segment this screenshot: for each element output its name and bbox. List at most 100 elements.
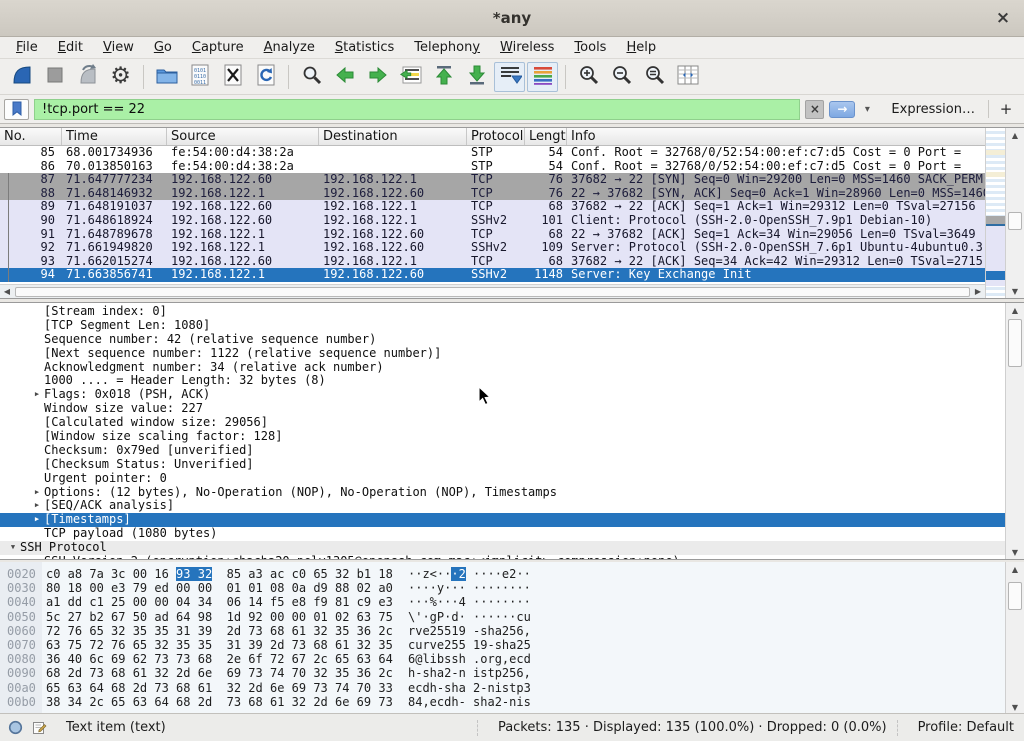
hex-row[interactable]: 003080 18 00 e3 79 ed 00 00 01 01 08 0a … bbox=[0, 581, 1005, 595]
packet-row[interactable]: 8568.001734936fe:54:00:d4:38:2aSTP54Conf… bbox=[0, 146, 985, 160]
detail-line[interactable]: [Calculated window size: 29056] bbox=[0, 416, 1005, 430]
reload-file-button[interactable] bbox=[250, 62, 281, 92]
hex-bytes[interactable]: 63 75 72 76 65 32 35 35 31 39 2d 73 68 6… bbox=[46, 638, 408, 652]
expander-collapsed-icon[interactable]: ▶ bbox=[30, 388, 44, 402]
menu-statistics[interactable]: Statistics bbox=[325, 38, 404, 58]
hex-ascii[interactable]: \'·gP·d· ······cu bbox=[408, 610, 1005, 624]
packet-list-hscrollbar[interactable]: ◀ ▶ bbox=[0, 284, 985, 298]
save-file-button[interactable]: 010101100011 bbox=[184, 62, 215, 92]
detail-line[interactable]: [Next sequence number: 1122 (relative se… bbox=[0, 347, 1005, 361]
hex-row[interactable]: 008036 40 6c 69 62 73 73 68 2e 6f 72 67 … bbox=[0, 652, 1005, 666]
find-packet-button[interactable] bbox=[296, 62, 327, 92]
capture-options-button[interactable]: ⚙ bbox=[105, 62, 136, 92]
hex-bytes[interactable]: 65 63 64 68 2d 73 68 61 32 2d 6e 69 73 7… bbox=[46, 681, 408, 695]
intelligent-scrollbar-minimap[interactable] bbox=[985, 128, 1005, 298]
display-filter-input[interactable]: !tcp.port == 22 bbox=[34, 99, 800, 120]
detail-line[interactable]: ▶Options: (12 bytes), No-Operation (NOP)… bbox=[0, 486, 1005, 500]
hex-ascii[interactable]: ····y··· ········ bbox=[408, 581, 1005, 595]
packet-list-vscrollbar[interactable]: ▲ ▼ bbox=[1005, 128, 1024, 298]
restart-capture-button[interactable] bbox=[72, 62, 103, 92]
detail-line[interactable]: Acknowledgment number: 34 (relative ack … bbox=[0, 361, 1005, 375]
menu-edit[interactable]: Edit bbox=[48, 38, 93, 58]
vscroll-thumb[interactable] bbox=[1008, 582, 1022, 610]
detail-line[interactable]: [Stream index: 0] bbox=[0, 305, 1005, 319]
hex-ascii[interactable]: h-sha2-n istp256, bbox=[408, 666, 1005, 680]
detail-line[interactable]: [Checksum Status: Unverified] bbox=[0, 458, 1005, 472]
hex-row[interactable]: 007063 75 72 76 65 32 35 35 31 39 2d 73 … bbox=[0, 638, 1005, 652]
detail-line[interactable]: ▶[SEQ/ACK analysis] bbox=[0, 499, 1005, 513]
expander-expanded-icon[interactable]: ▼ bbox=[6, 541, 20, 555]
packet-row[interactable]: 9071.648618924192.168.122.60192.168.122.… bbox=[0, 214, 985, 228]
expert-info-icon[interactable] bbox=[8, 720, 23, 735]
detail-line[interactable]: ▼SSH Protocol bbox=[0, 541, 1005, 555]
scroll-down-icon[interactable]: ▼ bbox=[1006, 700, 1024, 714]
hex-ascii[interactable]: 84,ecdh- sha2-nis bbox=[408, 695, 1005, 709]
capture-comment-icon[interactable] bbox=[32, 720, 47, 735]
hex-bytes[interactable]: 68 2d 73 68 61 32 2d 6e 69 73 74 70 32 3… bbox=[46, 666, 408, 680]
scroll-down-icon[interactable]: ▼ bbox=[1006, 545, 1024, 559]
hex-bytes[interactable]: 36 40 6c 69 62 73 73 68 2e 6f 72 67 2c 6… bbox=[46, 652, 408, 666]
packet-row[interactable]: 8871.648146932192.168.122.1192.168.122.6… bbox=[0, 187, 985, 201]
menu-telephony[interactable]: Telephony bbox=[404, 38, 490, 58]
detail-line[interactable]: ▶SSH Version 2 (encryption:chacha20-poly… bbox=[0, 555, 1005, 559]
hex-vscrollbar[interactable]: ▲ ▼ bbox=[1005, 562, 1024, 714]
go-forward-button[interactable] bbox=[362, 62, 393, 92]
zoom-reset-button[interactable] bbox=[639, 62, 670, 92]
detail-line[interactable]: [Window size scaling factor: 128] bbox=[0, 430, 1005, 444]
column-header-source[interactable]: Source bbox=[167, 128, 319, 145]
hex-row[interactable]: 006072 76 65 32 35 35 31 39 2d 73 68 61 … bbox=[0, 624, 1005, 638]
scroll-down-icon[interactable]: ▼ bbox=[1006, 284, 1024, 298]
add-filter-button[interactable]: + bbox=[994, 100, 1018, 118]
detail-line[interactable]: Window size value: 227 bbox=[0, 402, 1005, 416]
expander-collapsed-icon[interactable]: ▶ bbox=[30, 499, 44, 513]
hex-ascii[interactable]: ···%···4 ········ bbox=[408, 595, 1005, 609]
auto-scroll-button[interactable] bbox=[494, 62, 525, 92]
scroll-up-icon[interactable]: ▲ bbox=[1006, 562, 1024, 576]
expander-collapsed-icon[interactable]: ▶ bbox=[30, 555, 44, 559]
profile-text[interactable]: Profile: Default bbox=[908, 720, 1014, 735]
go-last-button[interactable] bbox=[461, 62, 492, 92]
detail-line[interactable]: 1000 .... = Header Length: 32 bytes (8) bbox=[0, 374, 1005, 388]
packet-row[interactable]: 8771.647777234192.168.122.60192.168.122.… bbox=[0, 173, 985, 187]
hex-bytes[interactable]: 5c 27 b2 67 50 ad 64 98 1d 92 00 00 01 0… bbox=[46, 610, 408, 624]
vscroll-thumb[interactable] bbox=[1008, 319, 1022, 367]
close-icon[interactable]: × bbox=[992, 7, 1014, 29]
zoom-in-button[interactable] bbox=[573, 62, 604, 92]
menu-analyze[interactable]: Analyze bbox=[254, 38, 325, 58]
detail-line[interactable]: TCP payload (1080 bytes) bbox=[0, 527, 1005, 541]
packet-row[interactable]: 8971.648191037192.168.122.60192.168.122.… bbox=[0, 200, 985, 214]
menu-go[interactable]: Go bbox=[144, 38, 182, 58]
column-header-time[interactable]: Time bbox=[62, 128, 167, 145]
hex-row[interactable]: 00b038 34 2c 65 63 64 68 2d 73 68 61 32 … bbox=[0, 695, 1005, 709]
hex-row[interactable]: 0040a1 dd c1 25 00 00 04 34 06 14 f5 e8 … bbox=[0, 595, 1005, 609]
go-back-button[interactable] bbox=[329, 62, 360, 92]
packet-row[interactable]: 8670.013850163fe:54:00:d4:38:2aSTP54Conf… bbox=[0, 160, 985, 174]
detail-line[interactable]: Sequence number: 42 (relative sequence n… bbox=[0, 333, 1005, 347]
menu-wireless[interactable]: Wireless bbox=[490, 38, 564, 58]
hex-row[interactable]: 009068 2d 73 68 61 32 2d 6e 69 73 74 70 … bbox=[0, 666, 1005, 680]
filter-bookmark-button[interactable] bbox=[4, 99, 29, 120]
column-header-no[interactable]: No. bbox=[0, 128, 62, 145]
hex-ascii[interactable]: ecdh-sha 2-nistp3 bbox=[408, 681, 1005, 695]
zoom-out-button[interactable] bbox=[606, 62, 637, 92]
detail-line[interactable]: Checksum: 0x79ed [unverified] bbox=[0, 444, 1005, 458]
scroll-right-icon[interactable]: ▶ bbox=[971, 285, 985, 298]
scroll-left-icon[interactable]: ◀ bbox=[0, 285, 14, 298]
column-header-info[interactable]: Info bbox=[567, 128, 985, 145]
hscroll-thumb[interactable] bbox=[15, 287, 970, 297]
menu-view[interactable]: View bbox=[93, 38, 144, 58]
column-header-destination[interactable]: Destination bbox=[319, 128, 467, 145]
hex-bytes[interactable]: 38 34 2c 65 63 64 68 2d 73 68 61 32 2d 6… bbox=[46, 695, 408, 709]
hex-bytes[interactable]: c0 a8 7a 3c 00 16 93 32 85 a3 ac c0 65 3… bbox=[46, 567, 408, 581]
scroll-up-icon[interactable]: ▲ bbox=[1006, 128, 1024, 142]
hex-row[interactable]: 00a065 63 64 68 2d 73 68 61 32 2d 6e 69 … bbox=[0, 681, 1005, 695]
open-file-button[interactable] bbox=[151, 62, 182, 92]
detail-line[interactable]: Urgent pointer: 0 bbox=[0, 472, 1005, 486]
scroll-up-icon[interactable]: ▲ bbox=[1006, 303, 1024, 317]
packet-row[interactable]: 9471.663856741192.168.122.1192.168.122.6… bbox=[0, 268, 985, 282]
packet-row[interactable]: 9371.662015274192.168.122.60192.168.122.… bbox=[0, 255, 985, 269]
menu-file[interactable]: File bbox=[6, 38, 48, 58]
hex-bytes[interactable]: 72 76 65 32 35 35 31 39 2d 73 68 61 32 3… bbox=[46, 624, 408, 638]
menu-tools[interactable]: Tools bbox=[564, 38, 616, 58]
hex-ascii[interactable]: curve255 19-sha25 bbox=[408, 638, 1005, 652]
